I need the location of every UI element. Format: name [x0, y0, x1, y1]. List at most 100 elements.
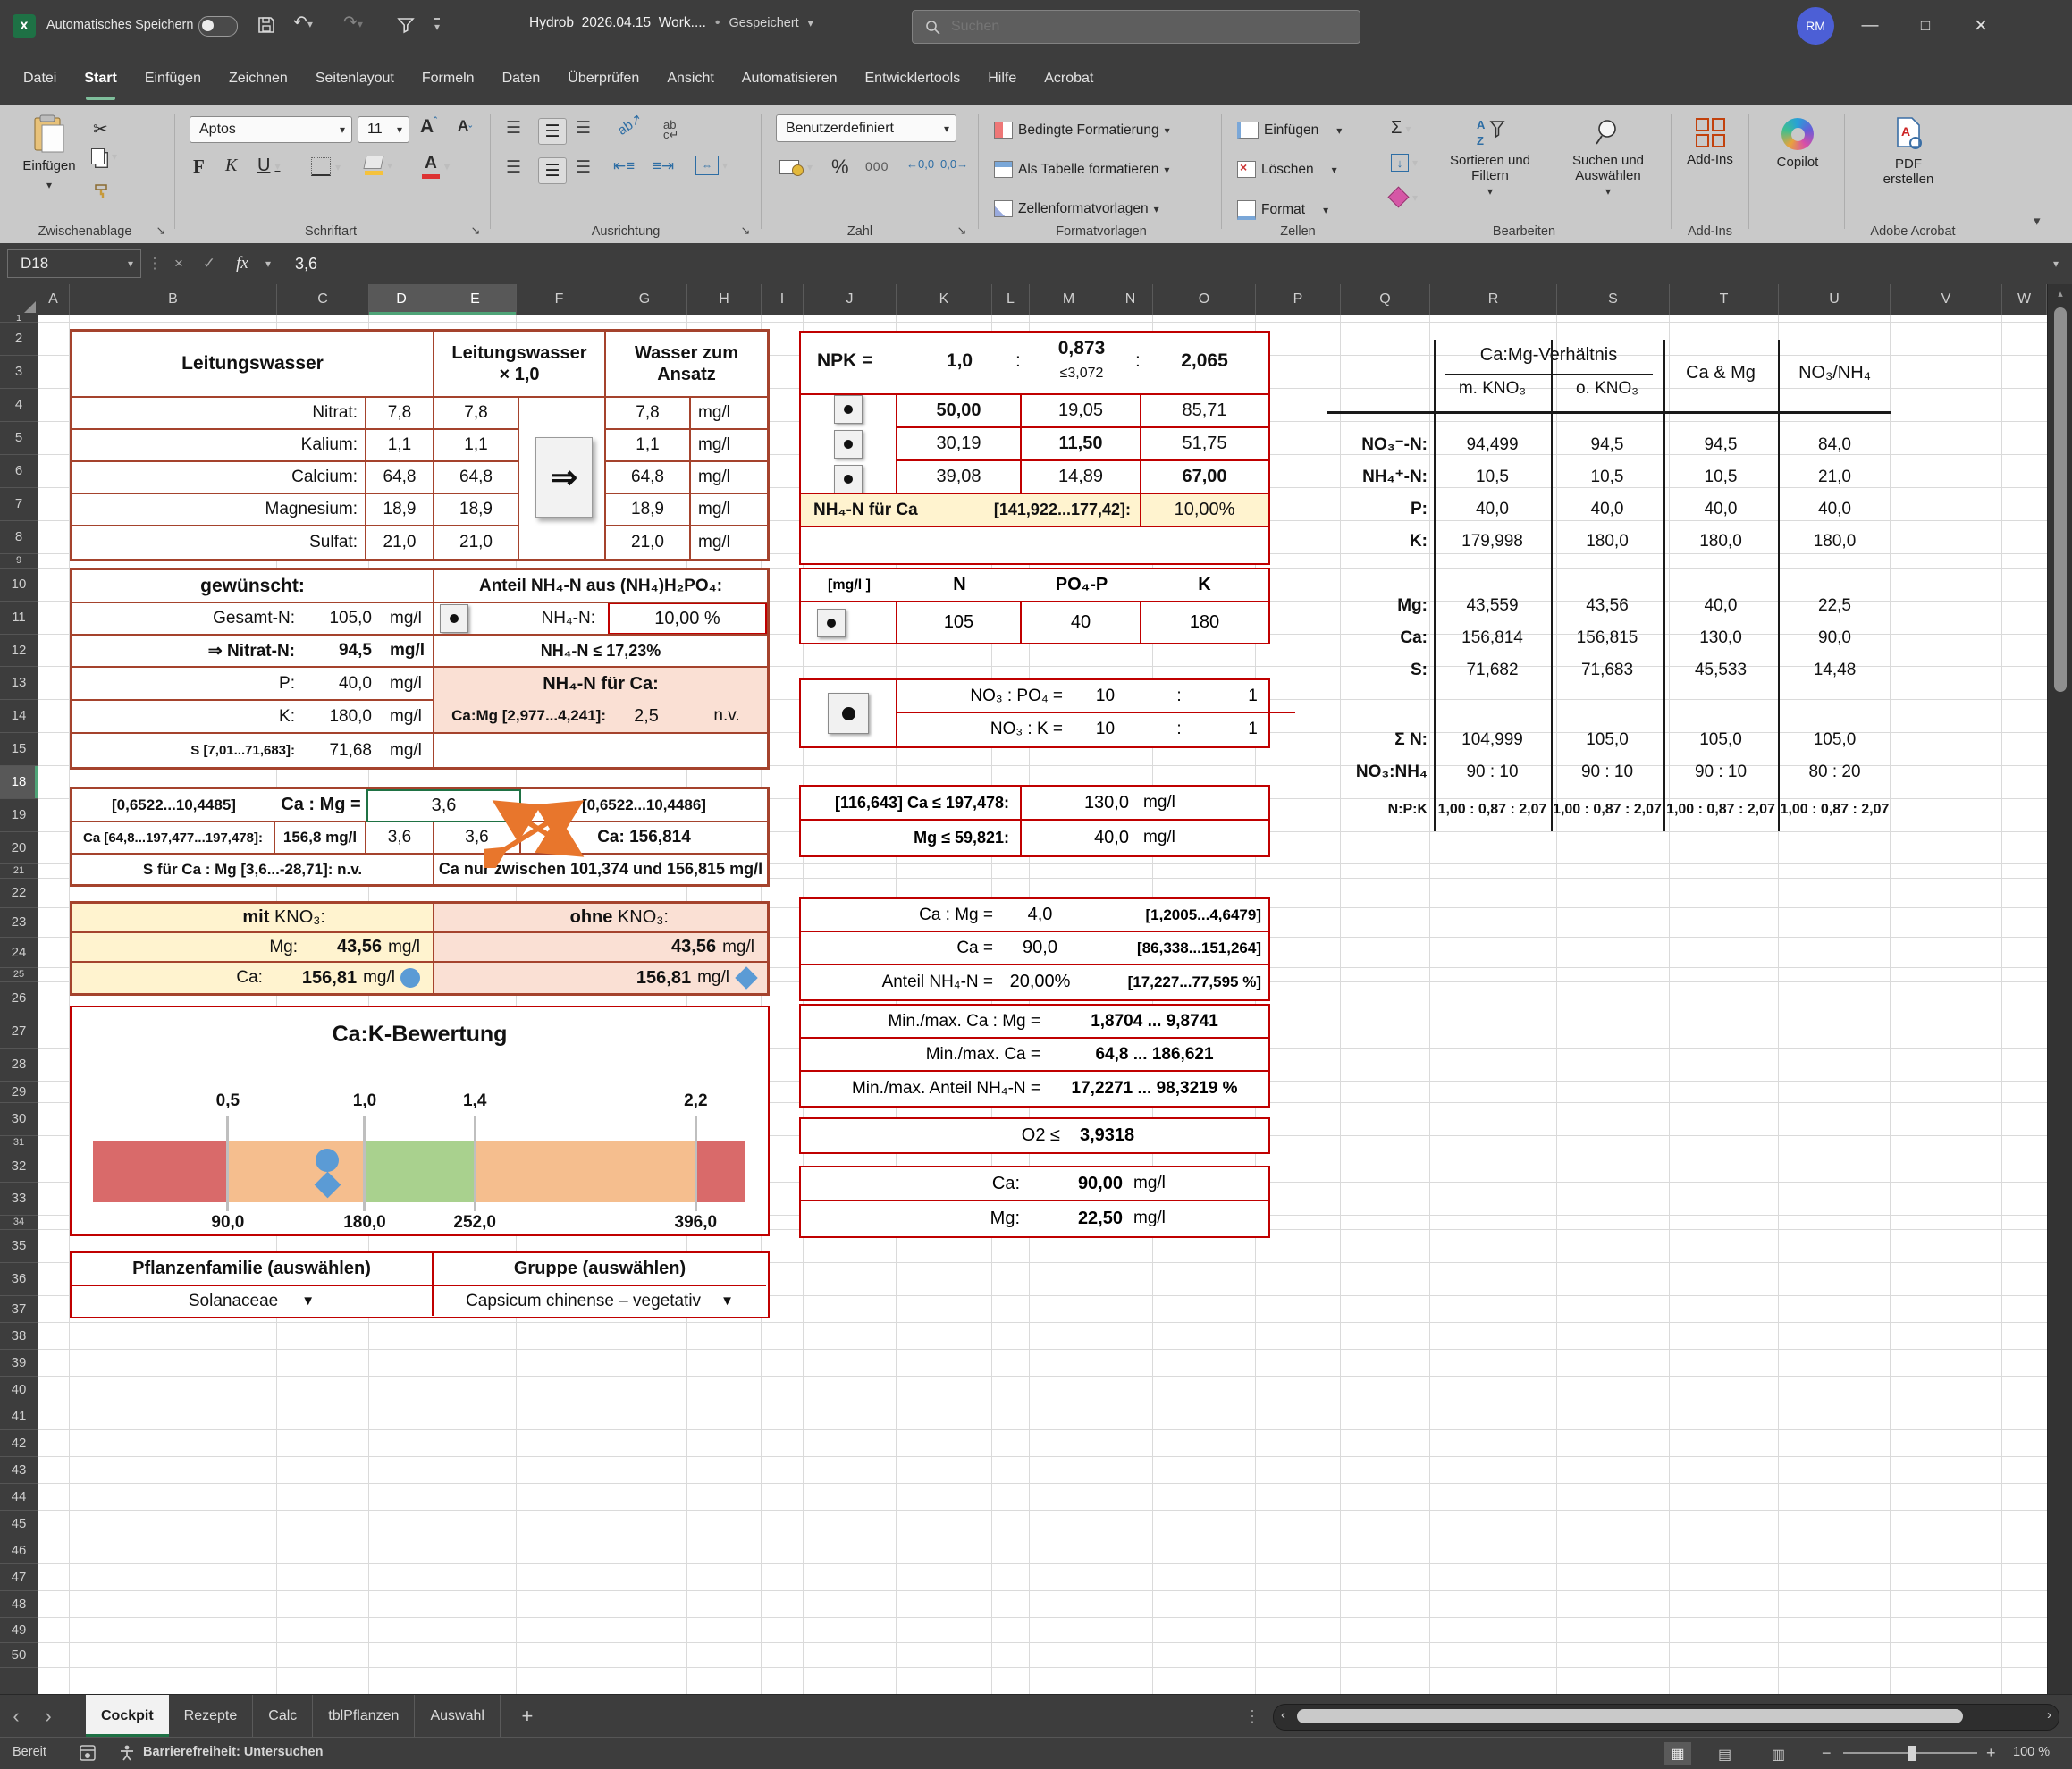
- cell[interactable]: Sulfat:: [72, 526, 366, 559]
- zoom-out-icon[interactable]: −: [1822, 1744, 1832, 1763]
- cell[interactable]: Calcium:: [72, 462, 366, 494]
- formula-bar-expand-icon[interactable]: ▾: [2047, 249, 2065, 278]
- row-header-49[interactable]: 49: [0, 1618, 38, 1643]
- column-header-D[interactable]: D: [369, 284, 434, 315]
- empty-cell[interactable]: [434, 734, 767, 767]
- search-box[interactable]: [912, 10, 1360, 44]
- npk-value[interactable]: 19,05: [1022, 395, 1141, 428]
- zoom-slider-thumb[interactable]: [1908, 1746, 1916, 1761]
- cancel-entry-icon[interactable]: ×: [166, 249, 191, 278]
- row-header-23[interactable]: 23: [0, 908, 38, 938]
- orientation-icon[interactable]: ab↗: [614, 110, 644, 139]
- minmax-row[interactable]: Min./max. Anteil NH₄-N =17,2271 ... 98,3…: [801, 1072, 1268, 1105]
- kno3-left-row[interactable]: Mg:43,56mg/l: [72, 933, 434, 963]
- autosum-icon[interactable]: Σ▾: [1391, 118, 1411, 139]
- wasser-zum-ansatz-header[interactable]: Wasser zumAnsatz: [606, 332, 767, 398]
- row-header-27[interactable]: 27: [0, 1015, 38, 1049]
- delete-cells-button[interactable]: ×Löschen▾: [1237, 161, 1337, 178]
- row-header-14[interactable]: 14: [0, 700, 38, 733]
- verh-value[interactable]: 180,0: [1778, 526, 1891, 558]
- cell[interactable]: 18,9: [434, 494, 519, 526]
- cell[interactable]: mg/l: [691, 462, 767, 494]
- ratio-radio-button[interactable]: [828, 693, 869, 734]
- verh-value[interactable]: 22,5: [1778, 590, 1891, 622]
- add-sheet-button[interactable]: +: [501, 1705, 554, 1728]
- ratio-row[interactable]: NO₃ : PO₄ =10:1: [897, 681, 1295, 713]
- cell[interactable]: 18,9: [606, 494, 691, 526]
- verh-value[interactable]: 1,00 : 0,87 : 2,07: [1663, 794, 1778, 826]
- npk-radio-p[interactable]: [834, 430, 863, 459]
- page-layout-view-icon[interactable]: ▤: [1718, 1746, 1731, 1764]
- verh-value[interactable]: 90,0: [1778, 622, 1891, 654]
- cell[interactable]: mg/l: [691, 526, 767, 559]
- align-left-icon[interactable]: ☰: [506, 157, 521, 178]
- menu-tab-automatisieren[interactable]: Automatisieren: [742, 52, 838, 105]
- menu-tab-start[interactable]: Start: [84, 52, 116, 105]
- normal-view-icon[interactable]: ▦: [1664, 1742, 1691, 1765]
- tabbar-grip[interactable]: ⋮: [1244, 1707, 1260, 1726]
- row-header-30[interactable]: 30: [0, 1103, 38, 1136]
- row-header-32[interactable]: 32: [0, 1150, 38, 1183]
- decrease-font-icon[interactable]: Aˇ: [458, 116, 472, 136]
- row-header-44[interactable]: 44: [0, 1484, 38, 1511]
- verh-value[interactable]: 1,00 : 0,87 : 2,07: [1434, 794, 1551, 826]
- align-top-icon[interactable]: ☰: [506, 118, 521, 139]
- camg-target-row[interactable]: Ca =90,0[86,338...151,264]: [801, 932, 1268, 965]
- verh-value[interactable]: 105,0: [1778, 724, 1891, 756]
- verh-value[interactable]: 130,0: [1663, 622, 1778, 654]
- column-header-L[interactable]: L: [992, 284, 1030, 315]
- align-bottom-icon[interactable]: ☰: [576, 118, 591, 139]
- row-header-37[interactable]: 37: [0, 1296, 38, 1323]
- cell[interactable]: 40,0: [300, 668, 381, 701]
- ohne-kno3-header[interactable]: ohne KNO₃:: [434, 904, 767, 933]
- column-header-W[interactable]: W: [2002, 284, 2047, 315]
- npk-value[interactable]: 39,08: [897, 461, 1022, 494]
- sheet-tab-tblpflanzen[interactable]: tblPflanzen: [313, 1695, 415, 1738]
- font-color-icon[interactable]: A▾: [422, 154, 450, 179]
- format-painter-icon[interactable]: [93, 182, 111, 200]
- save-status-caret-icon[interactable]: ▾: [808, 17, 813, 29]
- formula-bar-grip[interactable]: ⋮: [150, 249, 159, 278]
- toolbar-customize-icon[interactable]: ▾: [434, 18, 440, 33]
- cell[interactable]: mg/l: [381, 668, 434, 701]
- fill-color-icon[interactable]: ▾: [365, 156, 392, 175]
- column-header-G[interactable]: G: [602, 284, 687, 315]
- leitungswasser-header[interactable]: Leitungswasser: [72, 332, 434, 398]
- underline-icon[interactable]: U▾: [257, 156, 280, 176]
- ca-value-156[interactable]: 156,8 mg/l: [275, 822, 366, 855]
- page-break-view-icon[interactable]: ▥: [1772, 1746, 1785, 1764]
- column-header-I[interactable]: I: [762, 284, 804, 315]
- sort-filter-button[interactable]: AZ Sortieren und Filtern▾: [1437, 116, 1543, 199]
- npk-value[interactable]: 30,19: [897, 428, 1022, 461]
- verh-value[interactable]: 105,0: [1663, 724, 1778, 756]
- sheet-tab-auswahl[interactable]: Auswahl: [415, 1695, 500, 1738]
- menu-tab-acrobat[interactable]: Acrobat: [1044, 52, 1093, 105]
- cell[interactable]: mg/l: [691, 430, 767, 462]
- zoom-level[interactable]: 100 %: [2013, 1745, 2050, 1759]
- conditional-formatting-button[interactable]: Bedingte Formatierung▾: [994, 122, 1170, 139]
- row-header-25[interactable]: 25: [0, 968, 38, 982]
- menu-tab-zeichnen[interactable]: Zeichnen: [229, 52, 288, 105]
- pflanzenfamilie-header[interactable]: Pflanzenfamilie (auswählen): [72, 1253, 434, 1286]
- cell[interactable]: 18,9: [366, 494, 434, 526]
- maximize-button[interactable]: □: [1902, 0, 1949, 52]
- row-header-41[interactable]: 41: [0, 1403, 38, 1430]
- verh-value[interactable]: 94,499: [1434, 429, 1551, 461]
- camg-result-row[interactable]: Mg:22,50mg/l: [801, 1201, 1268, 1235]
- verh-value[interactable]: 94,5: [1551, 429, 1663, 461]
- kno3-left-row[interactable]: Ca:156,81mg/l: [72, 963, 434, 993]
- sheet-tab-cockpit[interactable]: Cockpit: [86, 1695, 169, 1738]
- avatar[interactable]: RM: [1797, 7, 1834, 45]
- cell[interactable]: mg/l: [691, 398, 767, 430]
- row-header-9[interactable]: 9: [0, 554, 38, 569]
- gruppe-select[interactable]: Capsicum chinense – vegetativ▼: [434, 1286, 766, 1316]
- sheet-tab-calc[interactable]: Calc: [253, 1695, 313, 1738]
- row-header-50[interactable]: 50: [0, 1643, 38, 1668]
- verh-value[interactable]: 90 : 10: [1551, 756, 1663, 788]
- menu-tab-daten[interactable]: Daten: [502, 52, 541, 105]
- row-header-35[interactable]: 35: [0, 1230, 38, 1263]
- align-center-icon[interactable]: ☰: [538, 157, 567, 184]
- column-header-K[interactable]: K: [897, 284, 992, 315]
- mgl-value[interactable]: 180: [1141, 602, 1268, 643]
- gewuenscht-header[interactable]: gewünscht:: [72, 570, 434, 603]
